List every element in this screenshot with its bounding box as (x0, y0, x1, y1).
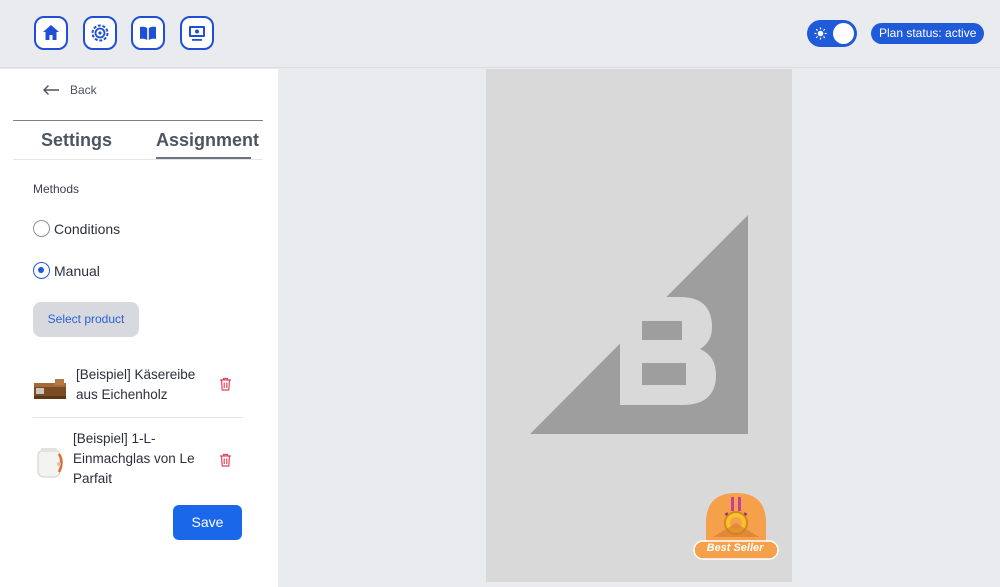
home-button[interactable] (34, 16, 68, 50)
bigcommerce-logo (530, 215, 748, 434)
methods-label: Methods (33, 182, 80, 196)
radio-conditions[interactable] (33, 220, 50, 237)
tab-settings[interactable]: Settings (41, 130, 112, 151)
jar-thumb (37, 448, 63, 478)
product-item: [Beispiel] 1-L-Einmachglas von Le Parfai… (33, 429, 245, 491)
toggle-knob (833, 23, 854, 44)
sidebar: Back Settings Assignment Methods Conditi… (0, 69, 278, 587)
divider (13, 120, 263, 121)
monitor-icon (189, 26, 205, 41)
book-icon (140, 26, 156, 40)
select-product-button[interactable]: Select product (33, 302, 139, 337)
plan-status-badge: Plan status: active (871, 23, 985, 44)
product-name: [Beispiel] 1-L-Einmachglas von Le Parfai… (73, 431, 195, 486)
theme-toggle[interactable] (807, 20, 857, 47)
trash-icon[interactable] (219, 377, 232, 391)
product-item: [Beispiel] Käsereibe aus Eichenholz (33, 364, 245, 419)
arrow-left-icon (43, 85, 59, 95)
radio-manual[interactable] (33, 262, 50, 279)
divider (33, 417, 243, 418)
divider (13, 159, 263, 160)
settings-button[interactable] (83, 16, 117, 50)
method-conditions[interactable]: Conditions (33, 220, 120, 237)
radio-label-manual: Manual (54, 262, 100, 279)
badge-label: Best Seller (706, 542, 764, 554)
gear-icon (91, 24, 109, 42)
docs-button[interactable] (131, 16, 165, 50)
trash-icon[interactable] (219, 453, 232, 467)
top-bar: Plan status: active (0, 0, 1000, 68)
sun-icon (814, 27, 827, 40)
grater-thumb (34, 379, 66, 399)
radio-label-conditions: Conditions (54, 220, 121, 237)
back-label: Back (70, 83, 97, 97)
product-preview: Best Seller (486, 69, 792, 582)
home-icon (43, 25, 59, 40)
save-button[interactable]: Save (173, 505, 242, 540)
product-name: [Beispiel] Käsereibe aus Eichenholz (76, 367, 196, 402)
method-manual[interactable]: Manual (33, 262, 100, 279)
tab-assignment[interactable]: Assignment (156, 130, 259, 151)
screen-button[interactable] (180, 16, 214, 50)
back-link[interactable]: Back (42, 83, 97, 97)
